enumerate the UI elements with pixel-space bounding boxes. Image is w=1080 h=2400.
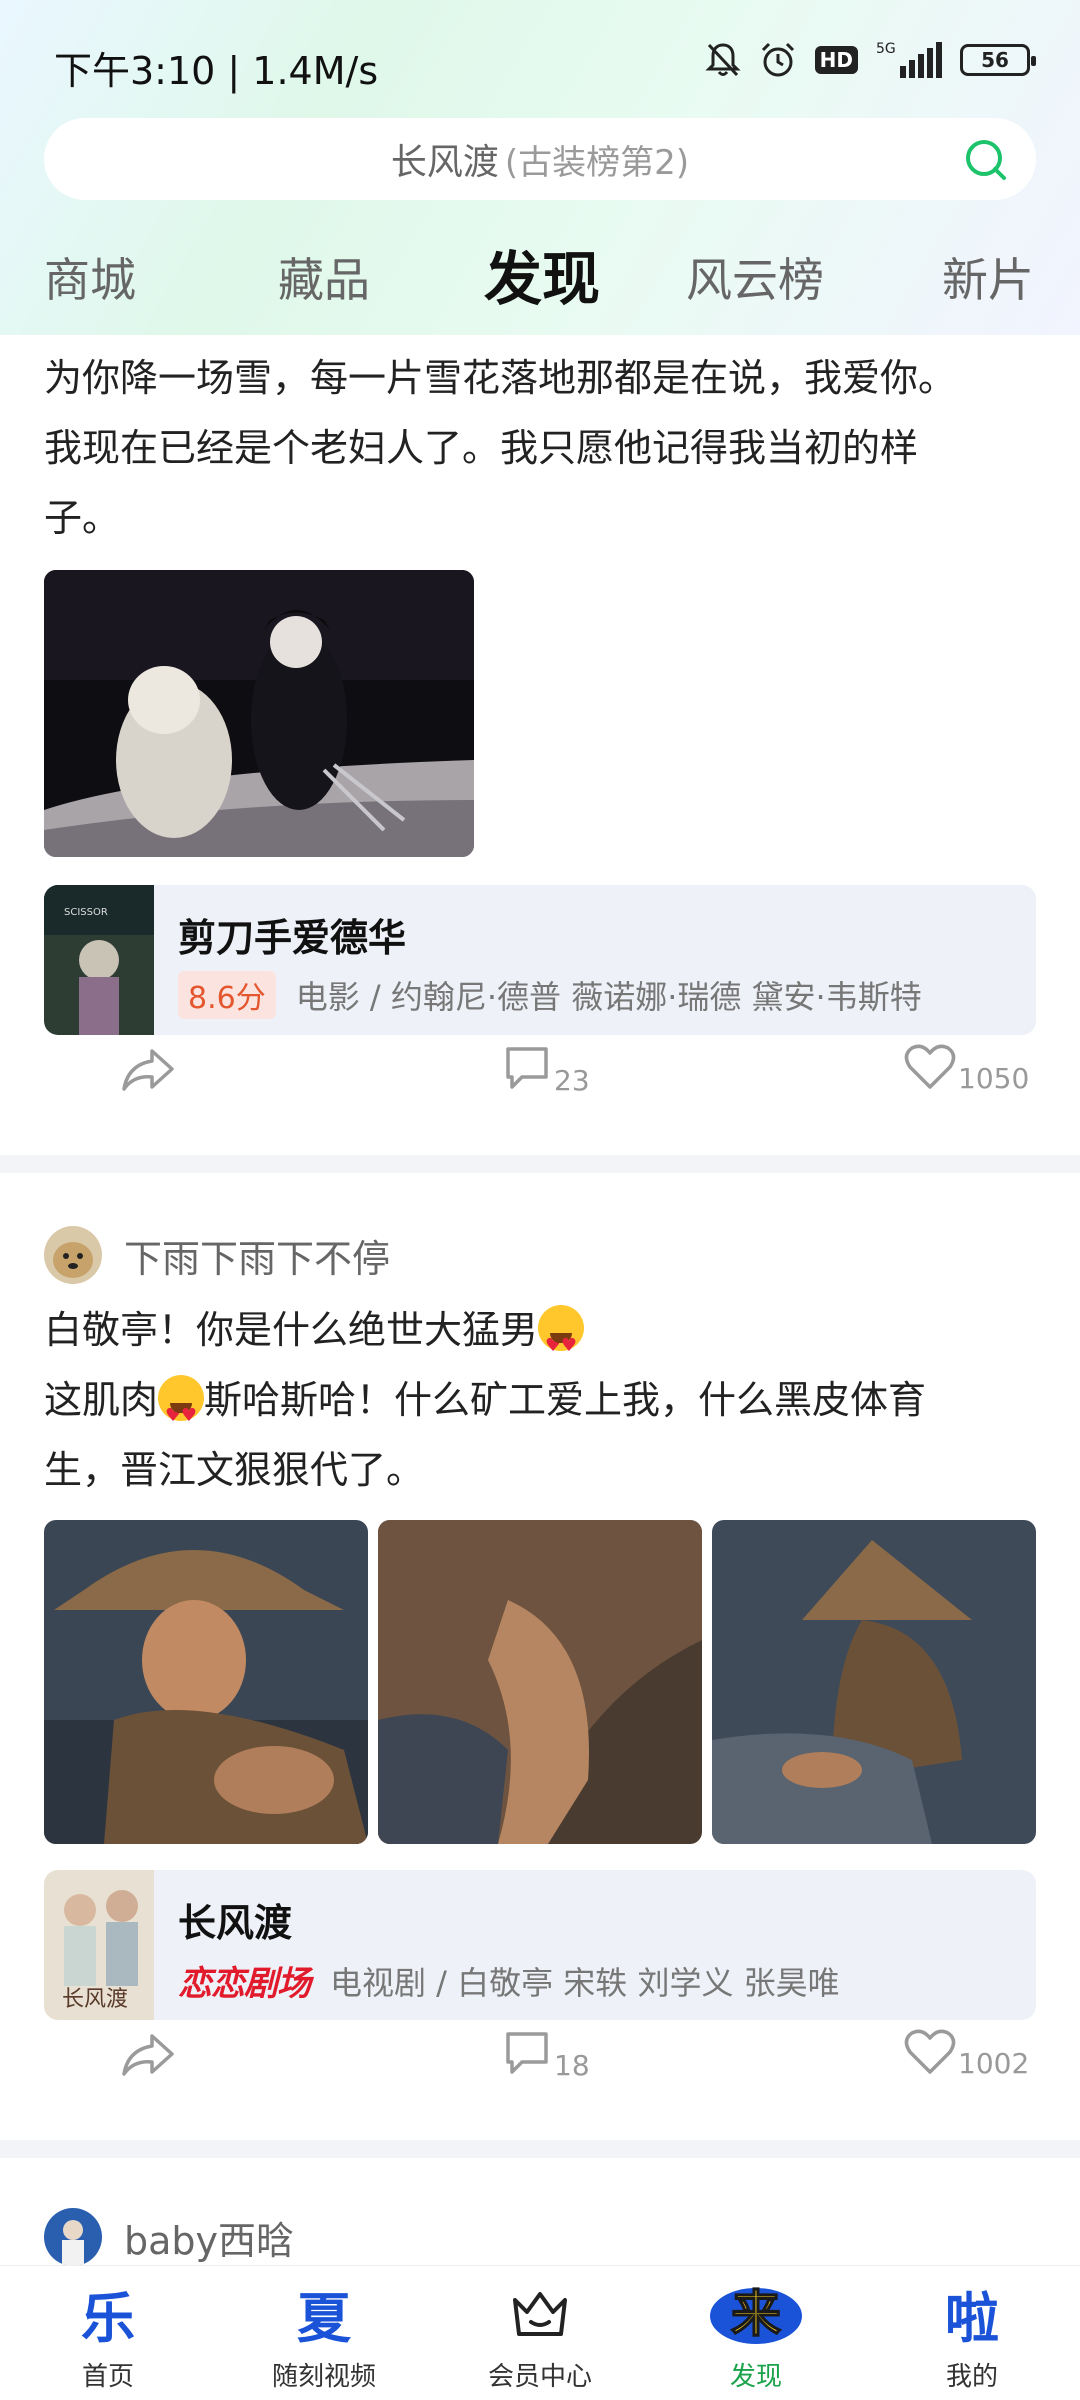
like-count: 1002: [958, 2047, 1030, 2080]
post-card[interactable]: 为你降一场雪，每一片雪花落地那都是在说，我爱你。 我现在已经是个老妇人了。我只愿…: [0, 335, 1080, 553]
profile-icon: 啦: [945, 2286, 999, 2350]
media-meta: 恋恋剧场 电视剧 / 白敬亭 宋轶 刘学义 张昊唯: [178, 1956, 840, 2005]
heart-eyes-emoji-icon: [158, 1375, 205, 1451]
comment-button[interactable]: 23: [502, 1043, 590, 1097]
tab-collections[interactable]: 藏品: [278, 244, 370, 310]
media-meta: 8.6分 电影 / 约翰尼·德普 薇诺娜·瑞德 黛安·韦斯特: [178, 971, 922, 1019]
username[interactable]: baby西晗: [124, 2210, 294, 2265]
svg-text:5G: 5G: [876, 41, 896, 57]
post-photo[interactable]: [378, 1520, 702, 1844]
nav-label: 会员中心: [487, 2362, 592, 2392]
bottom-nav: 乐 首页 夏 随刻视频 会员中心 来 发现 啦 我的: [0, 2265, 1080, 2400]
comment-button[interactable]: 18: [502, 2028, 590, 2082]
nav-vip-center[interactable]: 会员中心: [440, 2276, 640, 2393]
share-icon[interactable]: [120, 2030, 176, 2080]
heart-icon: [904, 1044, 956, 1089]
post-text-line: 子。: [44, 496, 121, 540]
search-bar[interactable]: 长风渡 (古装榜第2): [44, 118, 1036, 200]
search-icon[interactable]: [964, 138, 1008, 182]
media-title: 剪刀手爱德华: [178, 916, 407, 960]
media-meta-text: 电影 / 约翰尼·德普 薇诺娜·瑞德 黛安·韦斯特: [295, 978, 922, 1016]
tab-mall[interactable]: 商城: [44, 244, 136, 310]
battery-indicator: 56: [960, 44, 1036, 76]
post-text-segment: 斯哈斯哈！什么矿工爱上我，什么黑皮体育: [204, 1378, 927, 1422]
post-text-segment: 白敬亭！你是什么绝世大猛男: [44, 1308, 539, 1352]
svg-text:长风渡: 长风渡: [62, 1987, 128, 2012]
like-button[interactable]: 1050: [904, 1043, 1029, 1095]
post-action-bar: 23 1050: [0, 1035, 1080, 1115]
like-count: 1050: [958, 1062, 1030, 1095]
avatar[interactable]: [44, 2208, 102, 2265]
post-divider: [0, 1155, 1080, 1173]
post-text-segment: 这肌肉: [44, 1378, 159, 1422]
tab-new-releases[interactable]: 新片: [942, 244, 1034, 310]
post-text-line: 这肌肉 斯哈斯哈！什么矿工爱上我，什么黑皮体育: [44, 1365, 1036, 1451]
post-author[interactable]: 下雨下雨下不停: [44, 1225, 390, 1285]
like-button[interactable]: 1002: [904, 2028, 1029, 2080]
post-text: 白敬亭！你是什么绝世大猛男 这肌肉斯哈斯哈！什么矿工爱上我，什么黑皮体育 生，晋…: [0, 1295, 1080, 1505]
search-hint-title: 长风渡: [390, 142, 499, 183]
brand-logo: 恋恋剧场: [178, 1964, 311, 2004]
media-card-changfengdu[interactable]: 长风渡 长风渡 恋恋剧场 电视剧 / 白敬亭 宋轶 刘学义 张昊唯: [44, 1870, 1036, 2020]
share-icon[interactable]: [120, 1045, 176, 1095]
heart-eyes-emoji-icon: [538, 1305, 585, 1381]
crown-icon: [440, 2276, 640, 2350]
comment-count: 18: [554, 2049, 590, 2082]
search-hint-subtitle: (古装榜第2): [504, 142, 690, 183]
feed: 为你降一场雪，每一片雪花落地那都是在说，我爱你。 我现在已经是个老妇人了。我只愿…: [0, 335, 1080, 2265]
post-divider: [0, 2140, 1080, 2158]
username[interactable]: 下雨下雨下不停: [124, 1228, 390, 1283]
status-bar: 下午3:10 | 1.4M/s HD 5G 56: [0, 0, 1080, 120]
avatar[interactable]: [44, 1226, 102, 1284]
discover-glyph: 来: [731, 2285, 781, 2343]
alarm-icon: [761, 42, 794, 77]
nav-label: 我的: [945, 2362, 998, 2392]
comment-count: 23: [554, 1064, 590, 1097]
discover-icon: 来: [656, 2276, 856, 2350]
signal-icon: 5G: [876, 41, 942, 78]
top-tabs: 商城 藏品 发现 风云榜 新片: [0, 232, 1080, 322]
nav-label: 随刻视频: [271, 2362, 376, 2392]
score-badge: 8.6分: [178, 971, 276, 1019]
tab-ranking[interactable]: 风云榜: [686, 244, 824, 310]
media-title: 长风渡: [178, 1901, 293, 1945]
post-text: 为你降一场雪，每一片雪花落地那都是在说，我爱你。 我现在已经是个老妇人了。我只愿…: [0, 335, 1080, 553]
hd-badge: HD: [814, 46, 858, 74]
post-author[interactable]: baby西晗: [44, 2207, 294, 2265]
home-icon: 乐: [81, 2286, 135, 2350]
post-photo[interactable]: [44, 570, 474, 857]
status-icons: HD 5G 56: [705, 40, 1036, 80]
comment-icon: [506, 1047, 548, 1089]
post-text-line: 为你降一场雪，每一片雪花落地那都是在说，我爱你。: [44, 356, 957, 400]
status-time: 下午3:10 | 1.4M/s: [54, 49, 379, 93]
nav-label: 首页: [81, 2362, 134, 2392]
post-photo[interactable]: [44, 1520, 368, 1844]
nav-home[interactable]: 乐 首页: [8, 2276, 208, 2393]
tab-discover[interactable]: 发现: [484, 232, 600, 316]
post-photo[interactable]: [712, 1520, 1036, 1844]
media-meta-text: 电视剧 / 白敬亭 宋轶 刘学义 张昊唯: [330, 1963, 840, 2002]
mute-bell-icon: [705, 43, 741, 77]
nav-label: 发现: [729, 2362, 782, 2392]
video-icon: 夏: [297, 2286, 351, 2350]
comment-icon: [506, 2032, 548, 2074]
heart-icon: [904, 2029, 956, 2074]
media-card-edward[interactable]: SCISSOR 剪刀手爱德华 8.6分 电影 / 约翰尼·德普 薇诺娜·瑞德 黛…: [44, 885, 1036, 1035]
media-poster: SCISSOR: [44, 885, 154, 1035]
media-poster: 长风渡: [44, 1870, 154, 2020]
svg-text:SCISSOR: SCISSOR: [64, 907, 108, 918]
post-card[interactable]: 白敬亭！你是什么绝世大猛男 这肌肉斯哈斯哈！什么矿工爱上我，什么黑皮体育 生，晋…: [0, 1295, 1080, 1505]
nav-suike-video[interactable]: 夏 随刻视频: [224, 2276, 424, 2393]
nav-profile[interactable]: 啦 我的: [872, 2276, 1072, 2393]
post-text-line: 我现在已经是个老妇人了。我只愿他记得我当初的样: [44, 426, 919, 470]
post-action-bar: 18 1002: [0, 2020, 1080, 2100]
post-text-line: 白敬亭！你是什么绝世大猛男: [44, 1295, 1036, 1381]
nav-discover[interactable]: 来 发现: [656, 2276, 856, 2393]
